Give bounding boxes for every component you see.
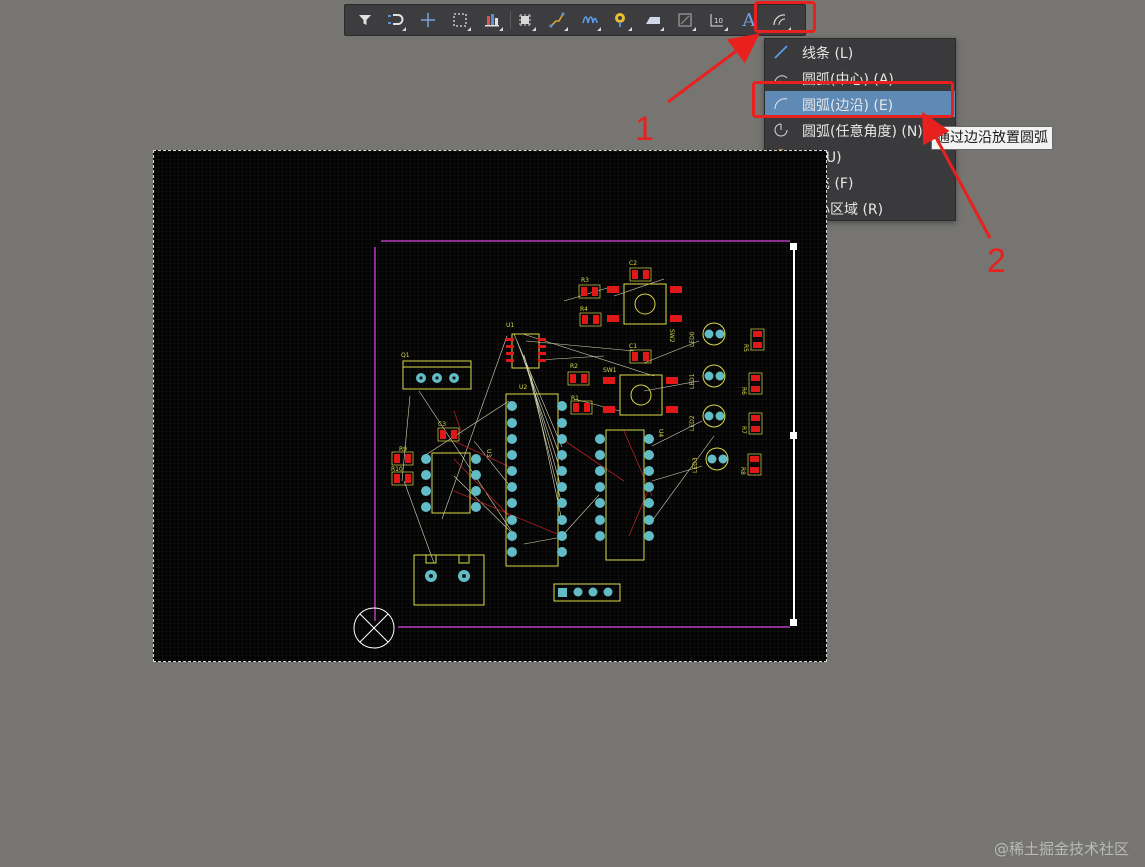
r3-component: R3 xyxy=(578,277,601,299)
r2-component: R2 xyxy=(567,363,590,386)
led0-component: LED0 R5 xyxy=(689,322,765,352)
led1-component: LED1 R6 xyxy=(689,364,763,395)
designator-r9: R9 xyxy=(399,446,407,453)
component-icon[interactable] xyxy=(513,8,537,32)
r9-component: R9 xyxy=(391,446,414,466)
q1-component: Q1 xyxy=(401,352,472,390)
r4-component: R4 xyxy=(579,306,602,327)
pin-header xyxy=(553,583,621,602)
align-icon[interactable] xyxy=(480,8,504,32)
diff-pair-icon[interactable] xyxy=(578,8,602,32)
r1-component: R1 xyxy=(570,395,593,415)
designator-r8: R8 xyxy=(739,467,746,475)
designator-u3: U3 xyxy=(485,449,492,457)
designator-q1: Q1 xyxy=(401,352,410,359)
pcb-canvas[interactable]: Q1 U1 U2 U3 U4 SW2 SW1 R3 R4 C2 C1 R2 R1… xyxy=(153,150,827,662)
designator-r2: R2 xyxy=(570,363,578,370)
crosshair-icon[interactable] xyxy=(416,8,440,32)
pcb-drawing: Q1 U1 U2 U3 U4 SW2 SW1 R3 R4 C2 C1 R2 R1… xyxy=(353,240,797,649)
dimension-icon[interactable]: 10 xyxy=(705,8,729,32)
pcb-toolbar: 10 A xyxy=(344,4,806,36)
annotation-step-2: 2 xyxy=(987,242,1006,280)
menu-item-arc-any-angle[interactable]: 圆弧(任意角度) (N) xyxy=(765,117,955,143)
filter-icon[interactable] xyxy=(353,8,377,32)
menu-item-line[interactable]: 线条 (L) xyxy=(765,39,955,65)
via-icon[interactable] xyxy=(609,8,633,32)
keepout-icon[interactable] xyxy=(673,8,697,32)
svg-text:10: 10 xyxy=(714,17,723,25)
line-icon xyxy=(774,45,788,59)
sw2-component: SW2 xyxy=(607,283,682,343)
arc-any-angle-icon xyxy=(774,123,788,137)
designator-u1: U1 xyxy=(506,322,514,329)
c1-component: C1 xyxy=(629,343,652,364)
designator-sw1: SW1 xyxy=(603,367,617,374)
r10-component: R10 xyxy=(391,466,414,486)
tooltip: 通过边沿放置圆弧 xyxy=(931,126,1053,150)
u2-component: U2 xyxy=(505,384,567,567)
menu-item-highlight xyxy=(752,81,954,118)
interactive-route-icon[interactable] xyxy=(545,8,569,32)
designator-sw2: SW2 xyxy=(668,329,675,343)
designator-r4: R4 xyxy=(580,306,588,313)
sw1-component: SW1 xyxy=(603,367,678,416)
designator-c1: C1 xyxy=(629,343,637,350)
c3-component: C3 xyxy=(437,421,460,442)
designator-r3: R3 xyxy=(581,277,589,284)
selection-box-icon[interactable] xyxy=(448,8,472,32)
designator-r7: R7 xyxy=(740,426,747,434)
arc-tool-highlight xyxy=(754,1,816,33)
designator-c3: C3 xyxy=(438,421,446,428)
designator-r10: R10 xyxy=(391,466,403,473)
u4-component: U4 xyxy=(595,429,664,561)
polygon-icon[interactable] xyxy=(641,8,665,32)
designator-r5: R5 xyxy=(742,344,749,352)
designator-led1: LED1 xyxy=(689,373,696,389)
designator-u4: U4 xyxy=(657,429,664,437)
designator-c2: C2 xyxy=(629,260,637,267)
designator-led3: LED3 xyxy=(692,457,699,473)
designator-u2: U2 xyxy=(519,384,527,391)
designator-led2: LED2 xyxy=(689,415,696,431)
led2-component: LED2 R7 xyxy=(689,404,763,435)
c2-component: C2 xyxy=(629,260,652,282)
u3-component: U3 xyxy=(421,449,492,514)
watermark: @稀土掘金技术社区 xyxy=(993,840,1129,858)
route-select-icon[interactable] xyxy=(383,8,407,32)
annotation-step-1: 1 xyxy=(635,110,654,148)
designator-led0: LED0 xyxy=(689,331,696,347)
designator-r6: R6 xyxy=(740,387,747,395)
board-outline xyxy=(353,240,797,649)
designator-r1: R1 xyxy=(571,395,579,402)
power-connector xyxy=(413,554,485,606)
